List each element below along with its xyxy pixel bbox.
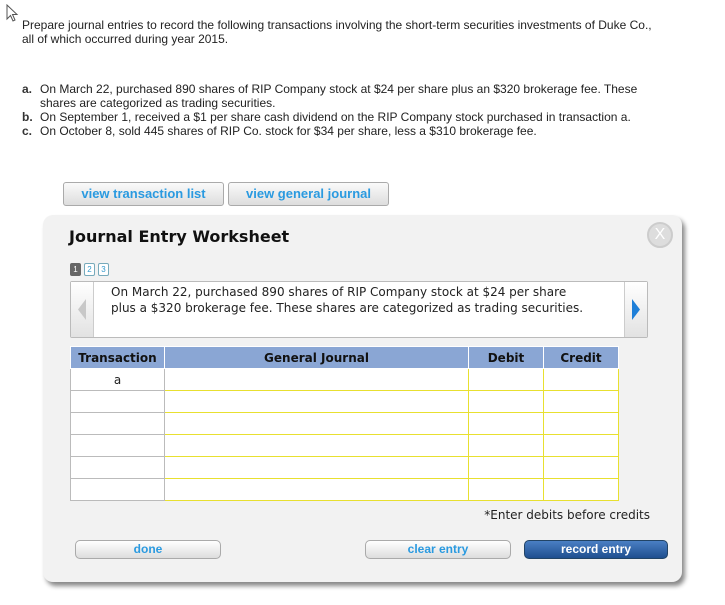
letter: a. xyxy=(22,82,33,96)
transaction-cell xyxy=(70,434,165,457)
transaction-cell xyxy=(70,390,165,413)
debit-input[interactable] xyxy=(468,390,544,413)
transaction-list: a. On March 22, purchased 890 shares of R… xyxy=(22,82,662,138)
journal-table: Transaction General Journal Debit Credit… xyxy=(70,346,619,501)
transaction-cell: a xyxy=(70,368,165,391)
instructions: Prepare journal entries to record the fo… xyxy=(22,18,652,46)
done-button[interactable]: done xyxy=(75,540,221,559)
table-row xyxy=(70,412,619,435)
account-input[interactable] xyxy=(164,478,469,501)
journal-entry-worksheet: Journal Entry Worksheet X 1 2 3 On March… xyxy=(43,215,682,582)
col-general-journal: General Journal xyxy=(164,346,469,369)
transaction-cell xyxy=(70,456,165,479)
credit-input[interactable] xyxy=(543,368,619,391)
description-text: On March 22, purchased 890 shares of RIP… xyxy=(111,285,584,315)
debit-input[interactable] xyxy=(468,434,544,457)
col-debit: Debit xyxy=(468,346,544,369)
account-input[interactable] xyxy=(164,434,469,457)
close-icon[interactable]: X xyxy=(647,222,673,248)
page-1[interactable]: 1 xyxy=(70,263,81,276)
clear-entry-button[interactable]: clear entry xyxy=(365,540,511,559)
transaction-a: a. On March 22, purchased 890 shares of R… xyxy=(22,82,662,110)
letter: b. xyxy=(22,110,33,124)
text: On September 1, received a $1 per share … xyxy=(40,110,631,124)
transaction-cell xyxy=(70,478,165,501)
credit-input[interactable] xyxy=(543,434,619,457)
table-row: a xyxy=(70,368,619,391)
col-transaction: Transaction xyxy=(70,346,165,369)
transaction-c: c. On October 8, sold 445 shares of RIP C… xyxy=(22,124,662,138)
text: On October 8, sold 445 shares of RIP Co.… xyxy=(40,124,537,138)
credit-input[interactable] xyxy=(543,412,619,435)
account-input[interactable] xyxy=(164,456,469,479)
credit-input[interactable] xyxy=(543,390,619,413)
page-3[interactable]: 3 xyxy=(98,263,109,276)
credit-input[interactable] xyxy=(543,478,619,501)
view-general-journal-button[interactable]: view general journal xyxy=(228,182,389,206)
credit-input[interactable] xyxy=(543,456,619,479)
transaction-b: b. On September 1, received a $1 per shar… xyxy=(22,110,662,124)
debit-input[interactable] xyxy=(468,456,544,479)
debit-input[interactable] xyxy=(468,412,544,435)
previous-arrow-icon[interactable] xyxy=(71,282,94,337)
table-row xyxy=(70,456,619,479)
mouse-cursor-icon xyxy=(6,4,19,22)
debits-note: *Enter debits before credits xyxy=(484,508,650,522)
debit-input[interactable] xyxy=(468,368,544,391)
col-credit: Credit xyxy=(543,346,619,369)
view-transaction-list-button[interactable]: view transaction list xyxy=(63,182,224,206)
page-2[interactable]: 2 xyxy=(84,263,95,276)
account-input[interactable] xyxy=(164,412,469,435)
account-input[interactable] xyxy=(164,390,469,413)
table-row xyxy=(70,434,619,457)
transaction-cell xyxy=(70,412,165,435)
debit-input[interactable] xyxy=(468,478,544,501)
account-input[interactable] xyxy=(164,368,469,391)
letter: c. xyxy=(22,124,33,138)
text: On March 22, purchased 890 shares of RIP… xyxy=(40,82,638,110)
worksheet-title: Journal Entry Worksheet xyxy=(69,227,290,246)
transaction-description: On March 22, purchased 890 shares of RIP… xyxy=(70,281,648,338)
next-arrow-icon[interactable] xyxy=(624,282,647,337)
table-row xyxy=(70,390,619,413)
record-entry-button[interactable]: record entry xyxy=(524,540,668,559)
table-row xyxy=(70,478,619,501)
